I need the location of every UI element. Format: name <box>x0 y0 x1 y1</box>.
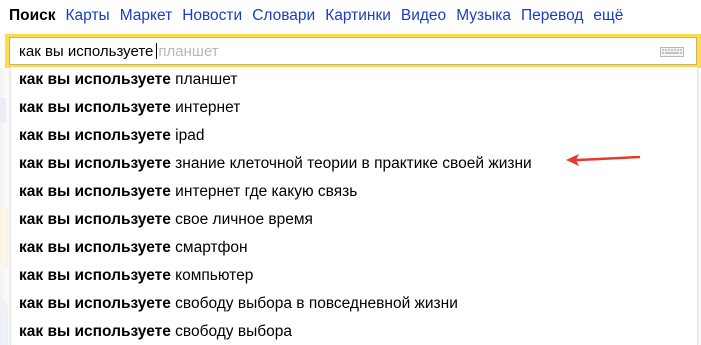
suggest-completion: планшет <box>175 71 238 88</box>
nav-market[interactable]: Маркет <box>120 8 173 24</box>
search-input[interactable]: как вы используете планшет <box>9 37 697 65</box>
nav-music[interactable]: Музыка <box>456 8 511 24</box>
suggest-item[interactable]: как вы используете компьютер <box>19 263 253 289</box>
suggest-prefix: как вы используете <box>19 155 171 172</box>
suggest-prefix: как вы используете <box>19 295 171 312</box>
suggest-completion: свободу выбора <box>175 323 292 340</box>
suggest-completion: интернет где какую связь <box>175 183 358 200</box>
nav-search[interactable]: Поиск <box>9 8 56 24</box>
suggest-item[interactable]: как вы используете знание клеточной теор… <box>19 151 532 177</box>
page-background-left <box>0 68 10 345</box>
nav-dictionaries[interactable]: Словари <box>252 8 315 24</box>
background-block <box>0 300 8 345</box>
suggest-item[interactable]: как вы используете ipad <box>19 123 204 149</box>
nav-translate[interactable]: Перевод <box>521 8 583 24</box>
suggest-prefix: как вы используете <box>19 71 171 88</box>
nav-images[interactable]: Картинки <box>325 8 391 24</box>
suggest-completion: свободу выбора в повседневной жизни <box>175 295 458 312</box>
suggest-item[interactable]: как вы используете интернет где какую св… <box>19 179 357 205</box>
suggest-prefix: как вы используете <box>19 323 171 340</box>
suggest-prefix: как вы используете <box>19 267 171 284</box>
suggest-item[interactable]: как вы используете свободу выбора в повс… <box>19 291 458 317</box>
suggest-item[interactable]: как вы используете интернет <box>19 95 240 121</box>
top-navigation: Поиск Карты Маркет Новости Словари Карти… <box>0 0 701 32</box>
suggest-dropdown: как вы используете планшет как вы исполь… <box>10 67 698 345</box>
suggest-prefix: как вы используете <box>19 239 171 256</box>
query-text: как вы используете <box>19 43 154 60</box>
suggest-item[interactable]: как вы используете свободу выбора <box>19 319 292 345</box>
background-block <box>0 98 6 122</box>
suggest-prefix: как вы используете <box>19 99 171 116</box>
nav-news[interactable]: Новости <box>182 8 242 24</box>
suggest-item[interactable]: как вы используете смартфон <box>19 235 248 261</box>
suggest-prefix: как вы используете <box>19 183 171 200</box>
suggest-completion: знание клеточной теории в практике своей… <box>175 155 532 172</box>
red-arrow-annotation <box>566 154 641 166</box>
suggest-prefix: как вы используете <box>19 211 171 228</box>
nav-more[interactable]: ещё <box>593 8 623 24</box>
suggest-prefix: как вы используете <box>19 127 171 144</box>
suggest-item[interactable]: как вы используете свое личное время <box>19 207 313 233</box>
autocomplete-hint: планшет <box>158 43 219 60</box>
search-query: как вы используете планшет <box>19 43 219 60</box>
nav-video[interactable]: Видео <box>401 8 446 24</box>
search-frame: как вы используете планшет <box>5 34 701 68</box>
suggest-completion: интернет <box>175 99 241 116</box>
nav-maps[interactable]: Карты <box>66 8 110 24</box>
background-block <box>0 208 8 268</box>
suggest-completion: смартфон <box>175 239 248 256</box>
keyboard-icon[interactable] <box>660 47 684 57</box>
suggest-completion: ipad <box>175 127 205 144</box>
suggest-item[interactable]: как вы используете планшет <box>19 67 237 93</box>
suggest-completion: свое личное время <box>175 211 313 228</box>
suggest-completion: компьютер <box>175 267 254 284</box>
